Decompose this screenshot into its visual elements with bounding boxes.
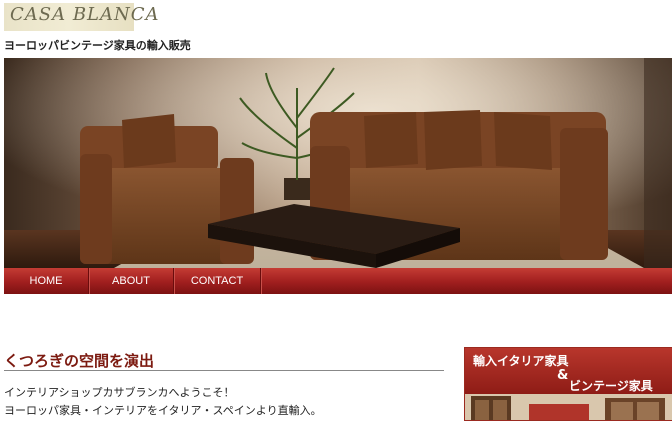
site-tagline: ヨーロッパビンテージ家具の輸入販売 bbox=[4, 39, 191, 52]
banner-line-1: 輸入イタリア家具 bbox=[473, 354, 569, 368]
banner-furniture-image bbox=[465, 394, 672, 420]
nav-contact[interactable]: CONTACT bbox=[174, 268, 261, 294]
main-nav: HOME ABOUT CONTACT bbox=[4, 268, 672, 294]
logo-text: CASA BLANCA bbox=[10, 4, 160, 25]
nav-home[interactable]: HOME bbox=[4, 268, 89, 294]
banner-ampersand: & bbox=[557, 368, 569, 383]
intro-text-line-2: ヨーロッパ家具・インテリアをイタリア・スペインより直輸入。 bbox=[4, 404, 322, 417]
living-room-illustration bbox=[4, 58, 672, 268]
intro-text-line-1: インテリアショップカサブランカへようこそ！ bbox=[4, 386, 235, 399]
nav-about[interactable]: ABOUT bbox=[89, 268, 174, 294]
banner-line-2: ビンテージ家具 bbox=[569, 379, 653, 393]
section-title: くつろぎの空間を演出 bbox=[4, 350, 444, 371]
hero-image bbox=[4, 58, 672, 268]
logo[interactable]: CASA BLANCA bbox=[4, 0, 159, 34]
furniture-banner[interactable]: 輸入イタリア家具 & ビンテージ家具 bbox=[464, 347, 672, 421]
